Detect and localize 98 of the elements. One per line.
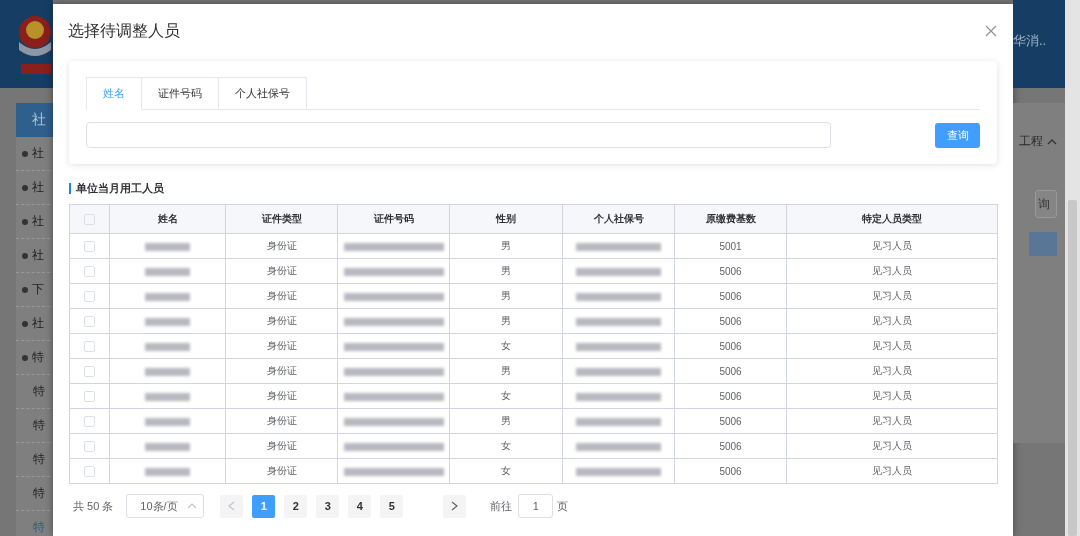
table-cell: 5006 — [674, 408, 787, 434]
table-cell: 女 — [449, 433, 563, 459]
table-cell: 见习人员 — [786, 358, 998, 384]
checkbox[interactable] — [84, 440, 95, 452]
total-count: 共 50 条 — [73, 498, 114, 514]
blurred-text — [145, 242, 190, 251]
blurred-text — [145, 267, 190, 276]
table-cell: 身份证 — [225, 383, 338, 409]
table-cell: 男 — [449, 308, 563, 334]
table-cell: 5001 — [674, 233, 787, 259]
table-cell: 见习人员 — [786, 283, 998, 309]
table-cell: 男 — [449, 283, 563, 309]
checkbox[interactable] — [84, 390, 95, 402]
blurred-text — [145, 467, 190, 476]
blurred-text — [145, 342, 190, 351]
dialog-title: 选择待调整人员 — [68, 20, 180, 41]
table-cell: 5006 — [674, 458, 787, 484]
table-cell: 身份证 — [225, 433, 338, 459]
checkbox[interactable] — [84, 365, 95, 377]
page-button[interactable]: 3 — [316, 494, 340, 518]
page-button[interactable]: 4 — [348, 494, 372, 518]
table-cell: 5006 — [674, 358, 787, 384]
table-cell: 5006 — [674, 383, 787, 409]
table-cell: 见习人员 — [786, 383, 998, 409]
table-cell: 见习人员 — [786, 433, 998, 459]
sidebar-header: 社 — [16, 103, 53, 137]
table-cell: 见习人员 — [786, 258, 998, 284]
table-cell: 身份证 — [225, 233, 338, 259]
table-cell: 见习人员 — [786, 233, 998, 259]
scrollbar[interactable] — [1065, 0, 1080, 536]
section-label: 工程 — [1019, 133, 1043, 150]
chevron-right-icon — [451, 501, 459, 511]
search-button[interactable]: 查询 — [935, 122, 980, 148]
table-cell: 见习人员 — [786, 458, 998, 484]
page-suffix: 页 — [557, 498, 569, 514]
table-cell: 身份证 — [225, 458, 338, 484]
checkbox[interactable] — [84, 465, 95, 477]
column-header: 原缴费基数 — [674, 204, 787, 234]
table-cell: 见习人员 — [786, 408, 998, 434]
column-header: 姓名 — [109, 204, 226, 234]
table-cell: 女 — [449, 458, 563, 484]
checkbox[interactable] — [84, 265, 95, 277]
table-cell: 身份证 — [225, 258, 338, 284]
blurred-text — [145, 392, 190, 401]
prev-button[interactable] — [220, 494, 244, 518]
page-button[interactable]: 1 — [252, 494, 276, 518]
tab[interactable]: 证件号码 — [142, 77, 219, 109]
search-field[interactable] — [86, 122, 831, 148]
table-cell: 男 — [449, 358, 563, 384]
section-title: 单位当月用工人员 — [76, 181, 164, 196]
blurred-text — [145, 442, 190, 451]
checkbox[interactable] — [84, 315, 95, 327]
column-header: 个人社保号 — [562, 204, 675, 234]
column-header: 特定人员类型 — [786, 204, 998, 234]
table-cell: 身份证 — [225, 333, 338, 359]
table-cell: 身份证 — [225, 283, 338, 309]
table-cell: 身份证 — [225, 408, 338, 434]
blurred-text — [145, 317, 190, 326]
tab[interactable]: 姓名 — [86, 77, 142, 110]
action-button[interactable] — [1029, 232, 1057, 256]
checkbox[interactable] — [84, 240, 95, 252]
column-header: 性别 — [449, 204, 563, 234]
table-cell: 5006 — [674, 283, 787, 309]
header-text: 华消.. — [1013, 32, 1047, 50]
page-button[interactable]: 2 — [284, 494, 308, 518]
blurred-text — [145, 417, 190, 426]
table-cell: 身份证 — [225, 358, 338, 384]
chevron-left-icon — [228, 501, 236, 511]
table-cell: 男 — [449, 233, 563, 259]
table-cell: 女 — [449, 333, 563, 359]
column-header: 证件号码 — [337, 204, 450, 234]
goto-label: 前往 — [490, 498, 513, 514]
table-cell: 5006 — [674, 308, 787, 334]
blurred-text — [145, 292, 190, 301]
page-input[interactable]: 1 — [518, 494, 554, 518]
caret-icon[interactable] — [1047, 138, 1057, 145]
table-cell: 5006 — [674, 258, 787, 284]
table-cell: 见习人员 — [786, 308, 998, 334]
close-icon[interactable] — [985, 25, 997, 37]
table-cell: 5006 — [674, 433, 787, 459]
caret-icon — [187, 503, 198, 509]
checkbox[interactable] — [84, 415, 95, 427]
tab[interactable]: 个人社保号 — [219, 77, 307, 109]
table-cell: 男 — [449, 408, 563, 434]
column-header: 证件类型 — [225, 204, 338, 234]
table-cell: 女 — [449, 383, 563, 409]
table-cell: 见习人员 — [786, 333, 998, 359]
page-size-select[interactable]: 10条/页 — [126, 494, 205, 518]
table-cell: 5006 — [674, 333, 787, 359]
query-button[interactable]: 询 — [1035, 190, 1057, 218]
next-button[interactable] — [443, 494, 467, 518]
checkbox[interactable] — [84, 290, 95, 302]
blurred-text — [145, 367, 190, 376]
table-cell: 身份证 — [225, 308, 338, 334]
page-button[interactable]: 5 — [380, 494, 404, 518]
checkbox[interactable] — [84, 340, 95, 352]
table-cell: 男 — [449, 258, 563, 284]
checkbox[interactable] — [84, 213, 95, 225]
